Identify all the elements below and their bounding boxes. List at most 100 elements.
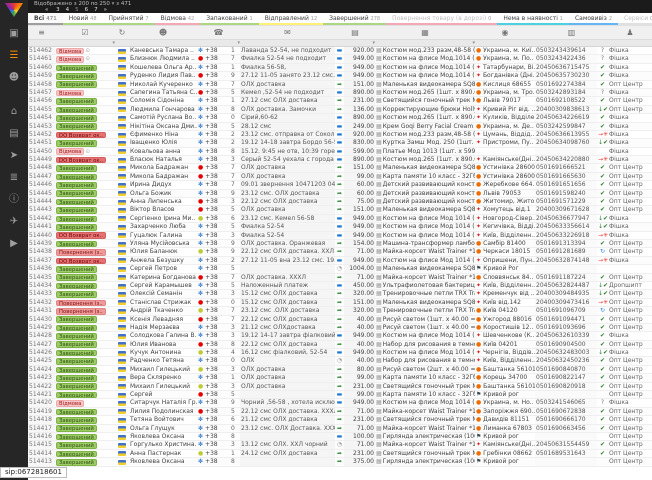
video-icon[interactable]: ▶ <box>0 233 28 255</box>
table-row[interactable]: 514437DO Возврат ок..Анжела Безушку✻ +38… <box>28 257 652 265</box>
column-source-icon[interactable]: ♟ <box>608 26 652 39</box>
table-row[interactable]: 514445ЗавершенийОльга Божик✻ +38923.12 с… <box>28 190 652 198</box>
dashboard-icon[interactable]: ▣ <box>0 23 28 45</box>
chevron-down-icon[interactable]: ▾ <box>112 1 115 7</box>
column-sync-icon[interactable]: ↻ <box>115 26 129 39</box>
table-row[interactable]: 514415ЗавершенийГоргулько Христина..✻ +3… <box>28 441 652 449</box>
tab-Прийнятий[interactable]: Прийнятий 7 <box>103 13 155 25</box>
filter-dropdown[interactable] <box>608 40 652 46</box>
table-row[interactable]: 514453ЗавершенийНікітіна Оксана Дми..✻ +… <box>28 123 652 131</box>
stats-icon[interactable]: ≣ <box>0 167 28 189</box>
info-icon[interactable]: ⊙ <box>85 48 90 54</box>
filter-dropdown[interactable] <box>535 40 608 46</box>
info-icon[interactable]: ⊙ <box>85 56 90 62</box>
tab-Нема в наявності[interactable]: Нема в наявності 1 <box>497 13 569 25</box>
tab-Запакований[interactable]: Запакований 1 <box>200 13 258 25</box>
table-row[interactable]: 514422ЗавершенийМихаил Гилецький● +383ОЛ… <box>28 383 652 391</box>
tab-Повернення товару (в дорозі)[interactable]: Повернення товару (в дорозі) 0 <box>386 13 497 25</box>
table-row[interactable]: 514428ЗавершенийСолодкова Галина В..✻ +3… <box>28 332 652 340</box>
filter-dropdown[interactable] <box>28 40 55 46</box>
table-row[interactable]: 514452DO Возврат ок..Єфименко Ніна✻ +382… <box>28 131 652 139</box>
filter-dropdown[interactable]: ▾ <box>375 40 475 46</box>
tab-Сервіси[interactable]: Сервіси 0 <box>618 13 652 25</box>
table-row[interactable]: 514451ЗавершенийІващенко Юлія✻ +38219.12… <box>28 139 652 147</box>
table-row[interactable]: 514462Відмова⊙Каневська Тамара ..✻ +381Л… <box>28 47 652 55</box>
column-status-icon[interactable]: ☑ <box>55 26 115 39</box>
integrations-icon[interactable]: ✈ <box>0 211 28 233</box>
table-row[interactable]: 514419ЗавершенийЛилия Подолинская● +3852… <box>28 408 652 416</box>
table-row[interactable]: 514439ЗавершенийУляна Мусійовська✻ +389О… <box>28 240 652 248</box>
filter-dropdown[interactable] <box>129 40 197 46</box>
filter-dropdown[interactable] <box>240 40 335 46</box>
filter-dropdown[interactable]: ▾ <box>55 40 115 46</box>
table-row[interactable]: 514457ВідмоваСапегина Татьяна С..● +385К… <box>28 89 652 97</box>
column-client-icon[interactable]: ☻ <box>129 26 197 39</box>
table-row[interactable]: 514418ЗавершенийТетяна Войтович✻ +38621.… <box>28 416 652 424</box>
table-row[interactable]: 514423ЗавершенийВера Скляренко✻ +381ОЛХ … <box>28 374 652 382</box>
tab-Самовивіз[interactable]: Самовивіз 2 <box>569 13 618 25</box>
table-row[interactable]: 514435ЗавершенийКатерина Богданова● +387… <box>28 274 652 282</box>
table-row[interactable]: 514414ЗавершенийАнна Пастернак● +38124.1… <box>28 450 652 458</box>
table-row[interactable]: 514458ЗавершенийНиколай Кучеренко✻ +387О… <box>28 81 652 89</box>
filter-dropdown[interactable] <box>115 40 129 46</box>
table-row[interactable]: 514440DO Возврат ок..Гуцалюк Галина✻ +38… <box>28 232 652 240</box>
table-row[interactable]: 514425ЗавершенийРадченко Тетяна✻ +380ОЛХ… <box>28 357 652 365</box>
table-row[interactable]: 514450Відмова⊙Ковальова анна✻ +38815.12.… <box>28 148 652 156</box>
table-row[interactable]: 514430ЗавершенийКсенія Левадняя● +38722.… <box>28 316 652 324</box>
info-icon[interactable]: ⊙ <box>85 149 90 155</box>
table-row[interactable]: 514420ВідмоваСитарчук Наталія Гр..✻ +389… <box>28 399 652 407</box>
table-row[interactable]: 514447ЗавершенийМикола Бадражан● +387ОЛХ… <box>28 173 652 181</box>
column-comment-icon[interactable]: ✉ <box>240 26 335 39</box>
column-address-icon[interactable]: ◉ <box>475 26 535 39</box>
tab-Відправлений[interactable]: Відправлений 12 <box>259 13 323 25</box>
tab-Всі[interactable]: Всі 471 <box>28 13 63 25</box>
info-icon[interactable]: ⓘ <box>0 189 28 211</box>
table-row[interactable]: 514413ЗавершенийЯковлева Оксана✻ +388➦37… <box>28 458 652 466</box>
table-row[interactable]: 514443ЗавершенийВіктор Власов● +385ОЛХ д… <box>28 206 652 214</box>
filter-dropdown[interactable]: ▾ <box>197 40 240 46</box>
filter-dropdown[interactable] <box>475 40 535 46</box>
table-row[interactable]: 514454ЗавершенийСамотій Руслана Во..✻ +3… <box>28 114 652 122</box>
table-row[interactable]: 514416ЗавершенийЯковлева Оксана✻ +388▬10… <box>28 433 652 441</box>
table-row[interactable]: 514460ЗавершенийКошелева Ольга Ар..✻ +38… <box>28 64 652 72</box>
table-row[interactable]: 514426ЗавершенийКучук Антонина● +38416.1… <box>28 349 652 357</box>
payment-cell: ➦ <box>335 248 344 255</box>
warehouse-icon[interactable]: ⌂ <box>0 101 28 123</box>
table-row[interactable]: 514442ЗавершенийСергіенко Ірина Ми..● +3… <box>28 215 652 223</box>
table-row[interactable]: 514432Повернення (з..Станіслав Стрижак● … <box>28 299 652 307</box>
column-phone-icon[interactable]: ☎ <box>197 26 240 39</box>
table-row[interactable]: 514449DO Возврат ок..Власюк Наталья✻ +38… <box>28 156 652 164</box>
table-row[interactable]: 514461Відмова⊙Близнюк Людмила ..● +387Фи… <box>28 55 652 63</box>
table-row[interactable]: 514427ЗавершенийЮлия Иванова● +38822.12 … <box>28 341 652 349</box>
table-row[interactable]: 514434ЗавершенийСергей Карамышев✻ +385На… <box>28 282 652 290</box>
column-id-icon[interactable]: ≡ <box>28 26 55 39</box>
city-text: Кривой рог <box>483 458 519 465</box>
table-row[interactable]: 514444ЗавершенийАнна Липенська● +38322.1… <box>28 198 652 206</box>
campaigns-icon[interactable]: ➤ <box>0 145 28 167</box>
filter-dropdown[interactable]: ▾ <box>335 40 375 46</box>
table-row[interactable]: 514433ЗавершенийОлексій Семанін✻ +38315.… <box>28 290 652 298</box>
products-icon[interactable]: ▤ <box>0 123 28 145</box>
table-row[interactable]: 514456ЗавершенийСоломія Сідоніна✻ +38127… <box>28 97 652 105</box>
table-row[interactable]: 514446ЗавершенийИрина Дидух✻ +38709.01 з… <box>28 181 652 189</box>
table-row[interactable]: 514424ЗавершенийМихаил Гилецький● +383ОЛ… <box>28 366 652 374</box>
column-payment-icon[interactable]: ▤ <box>335 26 375 39</box>
table-row[interactable]: 514459ЗавершенийРуденко Лидия Пав..● +38… <box>28 72 652 80</box>
column-product-icon[interactable]: ▦ <box>375 26 475 39</box>
table-row[interactable]: 514429ЗавершенийНадія Мерзаєва✻ +38321.1… <box>28 324 652 332</box>
orders-icon[interactable]: ☰ <box>0 45 28 67</box>
tab-Новий[interactable]: Новий 48 <box>63 13 103 25</box>
table-row[interactable]: 514421ЗавершенийСергей● +385▬99.00▦Карта… <box>28 391 652 399</box>
column-ttn-icon[interactable]: ▥ <box>535 26 608 39</box>
table-row[interactable]: 514431Повернення (з..Андрій Ткаченко● +3… <box>28 307 652 315</box>
table-row[interactable]: 514441ЗавершенийЗахарченко Люба✻ +385Фиа… <box>28 223 652 231</box>
tab-Завершений[interactable]: Завершений 278 <box>323 13 386 25</box>
tab-Відмова[interactable]: Відмова 42 <box>155 13 201 25</box>
app-logo-icon[interactable] <box>5 3 23 17</box>
table-row[interactable]: 514436ЗавершенийСергей Петров✻ +385◔1004… <box>28 265 652 273</box>
table-row[interactable]: 514438Повернення (з..Юлия Баланюк● +3892… <box>28 248 652 256</box>
table-row[interactable]: 514455ЗавершенийЛюдмила Гончарова✻ +388О… <box>28 106 652 114</box>
table-row[interactable]: 514448ЗавершенийМикола Бадражан● +387ОЛХ… <box>28 164 652 172</box>
table-row[interactable]: 514417ЗавершенийОльга Глущук✻ +38023.12 … <box>28 425 652 433</box>
clients-icon[interactable]: ☻ <box>0 67 28 89</box>
